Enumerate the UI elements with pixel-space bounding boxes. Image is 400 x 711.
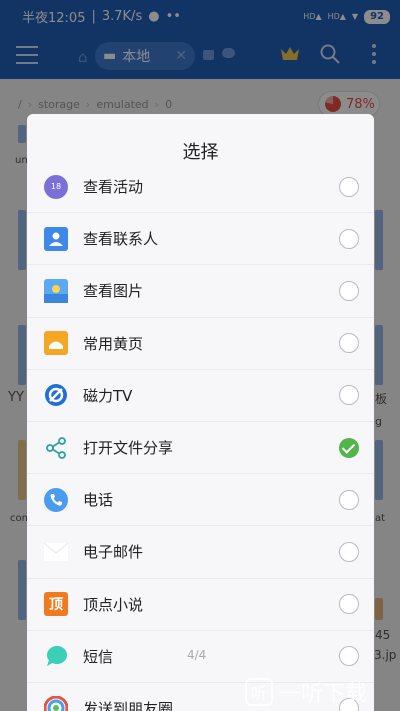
- email-icon: [44, 540, 68, 564]
- app-option-label: 查看活动: [83, 178, 144, 197]
- app-option-row[interactable]: 电话: [27, 474, 374, 527]
- activity-icon-badge: 18: [44, 174, 68, 199]
- yellow-pages-icon: [44, 331, 68, 356]
- app-option-label: 电子邮件: [83, 543, 144, 562]
- app-option-label: 电话: [83, 491, 114, 510]
- watermark-text: 一听下载: [279, 682, 368, 707]
- moments-icon: [44, 696, 68, 711]
- app-option-label: 短信: [83, 647, 114, 666]
- radio-button[interactable]: [339, 385, 359, 406]
- watermark-logo-icon: 听: [245, 678, 273, 706]
- sms-icon: [44, 644, 68, 668]
- gallery-icon: [44, 278, 68, 303]
- radio-button[interactable]: [339, 489, 359, 510]
- share-icon: [44, 436, 68, 460]
- radio-button[interactable]: [339, 228, 359, 249]
- app-option-label: 查看联系人: [83, 230, 159, 249]
- app-option-row[interactable]: 常用黄页: [27, 318, 374, 370]
- activity-icon: 18: [44, 174, 68, 199]
- app-option-label: 常用黄页: [83, 334, 144, 353]
- radio-button[interactable]: [339, 176, 359, 197]
- novel-icon: 顶: [44, 592, 68, 617]
- app-option-row[interactable]: 打开文件分享: [27, 422, 374, 475]
- radio-button[interactable]: [339, 280, 359, 301]
- contacts-icon: [44, 226, 68, 251]
- phone-icon: [44, 487, 68, 512]
- app-option-label: 顶点小说: [83, 595, 144, 614]
- app-option-label: 磁力TV: [83, 386, 133, 405]
- watermark: 听 一听下载: [245, 675, 395, 709]
- app-option-row[interactable]: 顶 顶点小说: [27, 579, 374, 631]
- app-option-row[interactable]: 查看图片: [27, 265, 374, 318]
- app-option-row[interactable]: 电子邮件: [27, 526, 374, 579]
- radio-button[interactable]: [339, 333, 359, 354]
- app-option-row[interactable]: 磁力TV: [27, 370, 374, 422]
- novel-icon-glyph: 顶: [44, 592, 68, 617]
- chooser-dialog: 选择 18 查看活动 查看联系人 查看图片 常用黄页 磁力TV 打开文件分享 电…: [27, 114, 374, 711]
- tv-icon: [44, 383, 68, 407]
- app-option-label: 发送到朋友圈: [83, 699, 174, 711]
- radio-button[interactable]: [339, 541, 359, 562]
- radio-button[interactable]: [339, 646, 359, 667]
- radio-button[interactable]: [339, 594, 359, 615]
- app-option-label: 查看图片: [83, 282, 144, 301]
- app-option-label: 打开文件分享: [83, 439, 174, 458]
- radio-button-checked[interactable]: [339, 437, 359, 458]
- app-option-row[interactable]: 查看联系人: [27, 213, 374, 266]
- app-list: 18 查看活动 查看联系人 查看图片 常用黄页 磁力TV 打开文件分享 电话 电…: [27, 161, 374, 711]
- app-option-row[interactable]: 18 查看活动: [27, 161, 374, 214]
- page-indicator: 4/4: [187, 648, 207, 662]
